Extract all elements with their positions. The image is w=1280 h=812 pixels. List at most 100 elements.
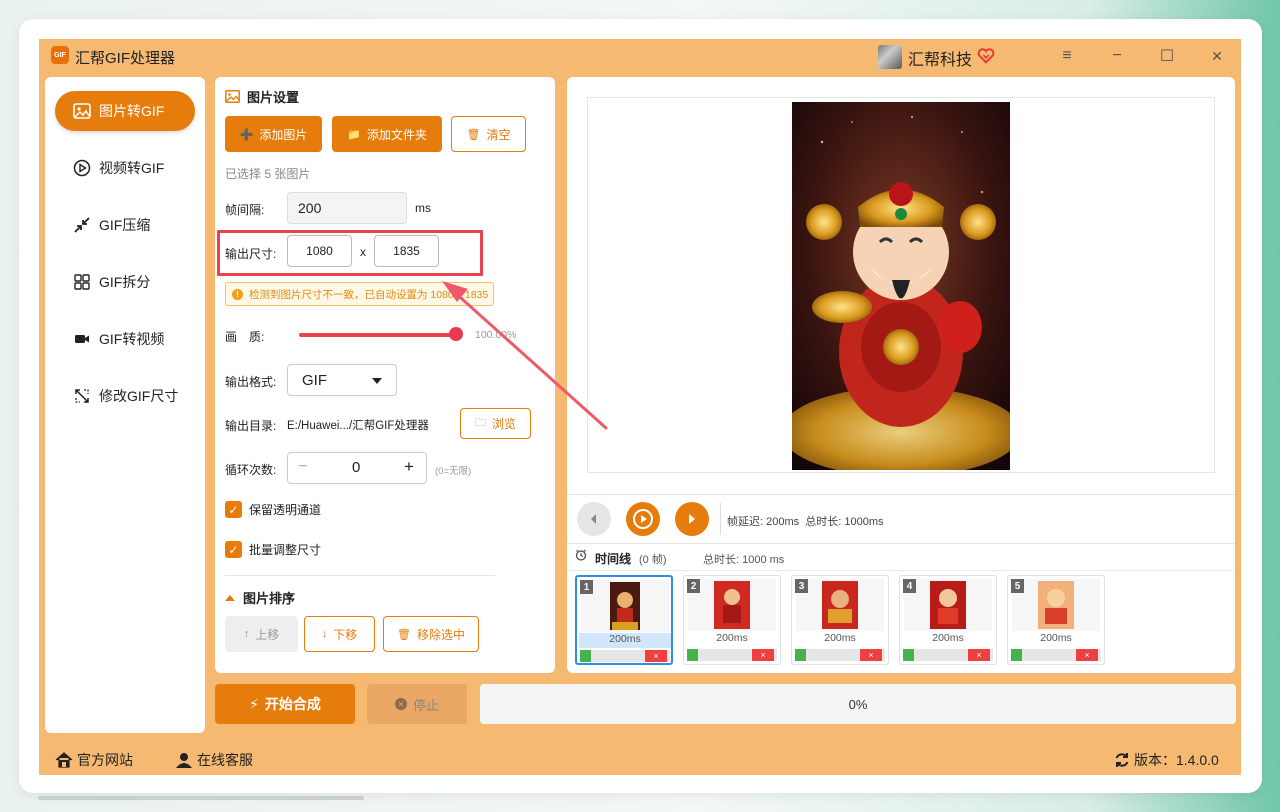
loop-decrement-button[interactable]: −	[298, 458, 307, 476]
remove-selected-button[interactable]: 🗑 移除选中	[383, 616, 479, 652]
app-logo-icon: GIF	[51, 46, 69, 64]
website-link[interactable]: 官方网站	[55, 750, 133, 770]
frame-thumbnail[interactable]: 2 200ms ×	[683, 575, 781, 665]
frame-remove-button[interactable]: ×	[645, 650, 667, 662]
trash-icon: 🗑	[466, 128, 481, 141]
frame-status-indicator	[795, 649, 806, 661]
sidebar-item-image-to-gif[interactable]: 图片转GIF	[55, 91, 195, 131]
move-down-button[interactable]: ↓ 下移	[304, 616, 375, 652]
settings-panel: 图片设置 ➕ 添加图片 📁 添加文件夹 🗑 清空 已选择 5 张图片 帧间隔: 200…	[215, 77, 555, 673]
frame-bar: ×	[1011, 649, 1101, 661]
remove-selected-label: 移除选中	[416, 627, 465, 642]
play-circle-icon	[73, 159, 91, 177]
folder-icon: 🗀	[474, 417, 486, 429]
frame-bar: ×	[903, 649, 993, 661]
dir-label: 输出目录:	[225, 419, 277, 433]
support-link[interactable]: 在线客服	[175, 750, 253, 770]
frame-thumbnail[interactable]: 1 200ms ×	[575, 575, 673, 665]
divider	[225, 575, 495, 576]
section-image-settings: 图片设置	[225, 87, 299, 106]
playback-info: 帧延迟: 200ms 总时长: 1000ms	[727, 516, 884, 528]
frame-thumbnail[interactable]: 5 200ms ×	[1007, 575, 1105, 665]
quality-slider[interactable]	[299, 333, 459, 337]
sidebar-item-label: GIF压缩	[99, 217, 151, 233]
frame-thumbnail[interactable]: 3 200ms ×	[791, 575, 889, 665]
format-label: 输出格式:	[225, 375, 277, 389]
quality-slider-handle[interactable]	[449, 327, 463, 341]
app-title: 汇帮GIF处理器	[75, 50, 175, 67]
width-input[interactable]: 1080	[287, 235, 352, 267]
frame-bar: ×	[687, 649, 777, 661]
menu-button[interactable]: ≡	[1056, 45, 1078, 67]
frame-status-indicator	[687, 649, 698, 661]
sidebar-item-gif-compress[interactable]: GIF压缩	[55, 205, 195, 245]
stop-button[interactable]: ✕ 停止	[367, 684, 467, 724]
play-circle-icon	[633, 509, 653, 529]
close-button[interactable]: ✕	[1206, 45, 1228, 67]
version-info[interactable]: 版本：1.4.0.0	[1114, 750, 1219, 770]
loop-value[interactable]: 0	[352, 459, 360, 476]
frame-remove-button[interactable]: ×	[1076, 649, 1098, 661]
next-frame-button[interactable]	[675, 502, 709, 536]
loop-stepper: − 0 +	[287, 452, 427, 484]
start-button[interactable]: ⚡ 开始合成	[215, 684, 355, 724]
timeline-label: 时间线	[595, 552, 632, 566]
interval-input[interactable]: 200	[287, 192, 407, 224]
format-value: GIF	[302, 371, 327, 389]
clear-button[interactable]: 🗑 清空	[451, 116, 526, 152]
thumbnail-image	[904, 579, 992, 631]
frame-status-indicator	[1011, 649, 1022, 661]
add-image-button[interactable]: ➕ 添加图片	[225, 116, 322, 152]
sidebar-item-label: 视频转GIF	[99, 160, 165, 176]
play-pause-button[interactable]	[626, 502, 660, 536]
arrow-up-icon: ↑	[243, 628, 250, 640]
next-icon	[689, 514, 695, 524]
progress-bar: 0%	[480, 684, 1236, 724]
sidebar-item-label: GIF转视频	[99, 331, 165, 347]
add-folder-button[interactable]: 📁 添加文件夹	[332, 116, 442, 152]
sidebar-item-resize-gif[interactable]: 修改GIF尺寸	[55, 376, 195, 416]
vip-heart-icon[interactable]	[977, 47, 995, 65]
progress-value: 0%	[848, 696, 868, 712]
sidebar-item-gif-to-video[interactable]: GIF转视频	[55, 319, 195, 359]
sidebar-item-video-to-gif[interactable]: 视频转GIF	[55, 148, 195, 188]
batch-resize-label: 批量调整尺寸	[249, 543, 322, 557]
frame-count: (0 帧)	[639, 554, 667, 566]
minimize-button[interactable]: −	[1106, 45, 1128, 67]
company-name[interactable]: 汇帮科技	[908, 46, 972, 70]
resize-icon	[73, 387, 91, 405]
previous-frame-button[interactable]	[577, 502, 611, 536]
frame-thumbnail[interactable]: 4 200ms ×	[899, 575, 997, 665]
frame-duration: 200ms	[824, 632, 856, 644]
move-up-button[interactable]: ↑ 上移	[225, 616, 298, 652]
video-icon	[73, 330, 91, 348]
sidebar-item-gif-split[interactable]: GIF拆分	[55, 262, 195, 302]
trash-icon: 🗑	[397, 628, 411, 641]
height-input[interactable]: 1835	[374, 235, 439, 267]
image-icon	[73, 102, 91, 120]
thumbnail-image	[581, 580, 669, 632]
check-icon: ✓	[225, 501, 242, 518]
warning-text: 检测到图片尺寸不一致，已自动设置为 1080 x 1835	[249, 288, 489, 301]
size-label: 输出尺寸:	[225, 247, 277, 261]
browse-button[interactable]: 🗀 浏览	[460, 408, 531, 439]
batch-resize-checkbox[interactable]: ✓ 批量调整尺寸	[225, 541, 321, 558]
add-image-label: 添加图片	[259, 127, 308, 142]
timeline-thumbnails: 1 200ms × 2 200ms × 3 200ms × 4 200ms ×	[567, 570, 1235, 673]
section-sort[interactable]: 图片排序	[225, 588, 295, 607]
sidebar-item-label: GIF拆分	[99, 274, 151, 290]
frame-remove-button[interactable]: ×	[860, 649, 882, 661]
frame-remove-button[interactable]: ×	[968, 649, 990, 661]
frame-remove-button[interactable]: ×	[752, 649, 774, 661]
loop-increment-button[interactable]: +	[404, 457, 414, 477]
keep-alpha-checkbox[interactable]: ✓ 保留透明通道	[225, 501, 321, 518]
frame-duration: 200ms	[932, 632, 964, 644]
quality-value: 100.00%	[475, 329, 517, 341]
frame-duration: 200ms	[716, 632, 748, 644]
collapse-caret-icon	[225, 594, 235, 601]
timeline-total: 总时长: 1000 ms	[703, 554, 785, 566]
maximize-button[interactable]: ☐	[1156, 45, 1178, 67]
horizontal-scrollbar[interactable]	[38, 796, 364, 800]
avatar[interactable]	[878, 45, 902, 69]
format-select[interactable]: GIF	[287, 364, 397, 396]
